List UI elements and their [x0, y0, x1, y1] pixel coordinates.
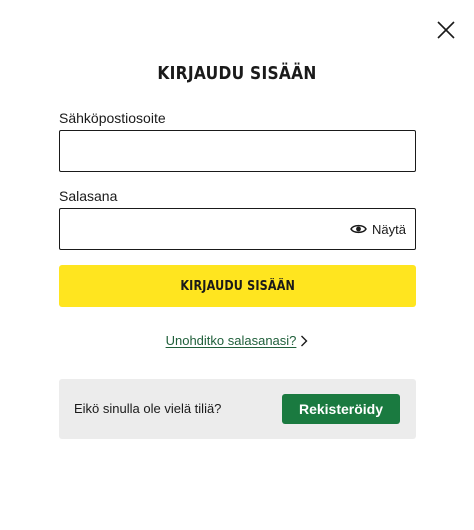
- register-prompt: Eikö sinulla ole vielä tiliä?: [74, 401, 222, 416]
- email-field[interactable]: [60, 131, 415, 171]
- register-button[interactable]: Rekisteröidy: [282, 394, 400, 424]
- password-label: Salasana: [59, 188, 118, 204]
- chevron-right-icon: [301, 335, 308, 346]
- login-button-label: KIRJAUDU SISÄÄN: [180, 278, 295, 294]
- show-password-label: Näytä: [372, 221, 406, 237]
- login-dialog: KIRJAUDU SISÄÄN Sähköpostiosoite Salasan…: [0, 0, 474, 530]
- forgot-password-label: Unohditko salasanasi?: [165, 333, 297, 348]
- eye-icon: [350, 224, 367, 234]
- email-field-wrapper: [59, 130, 416, 172]
- login-button[interactable]: KIRJAUDU SISÄÄN: [59, 265, 416, 307]
- close-icon[interactable]: [436, 20, 456, 40]
- email-label: Sähköpostiosoite: [59, 110, 166, 126]
- forgot-password-link[interactable]: Unohditko salasanasi?: [0, 333, 474, 348]
- password-field-wrapper: Näytä: [59, 208, 416, 250]
- register-panel: Eikö sinulla ole vielä tiliä? Rekisteröi…: [59, 379, 416, 439]
- show-password-toggle[interactable]: Näytä: [350, 209, 406, 249]
- register-button-label: Rekisteröidy: [298, 401, 384, 417]
- dialog-title: KIRJAUDU SISÄÄN: [157, 63, 317, 84]
